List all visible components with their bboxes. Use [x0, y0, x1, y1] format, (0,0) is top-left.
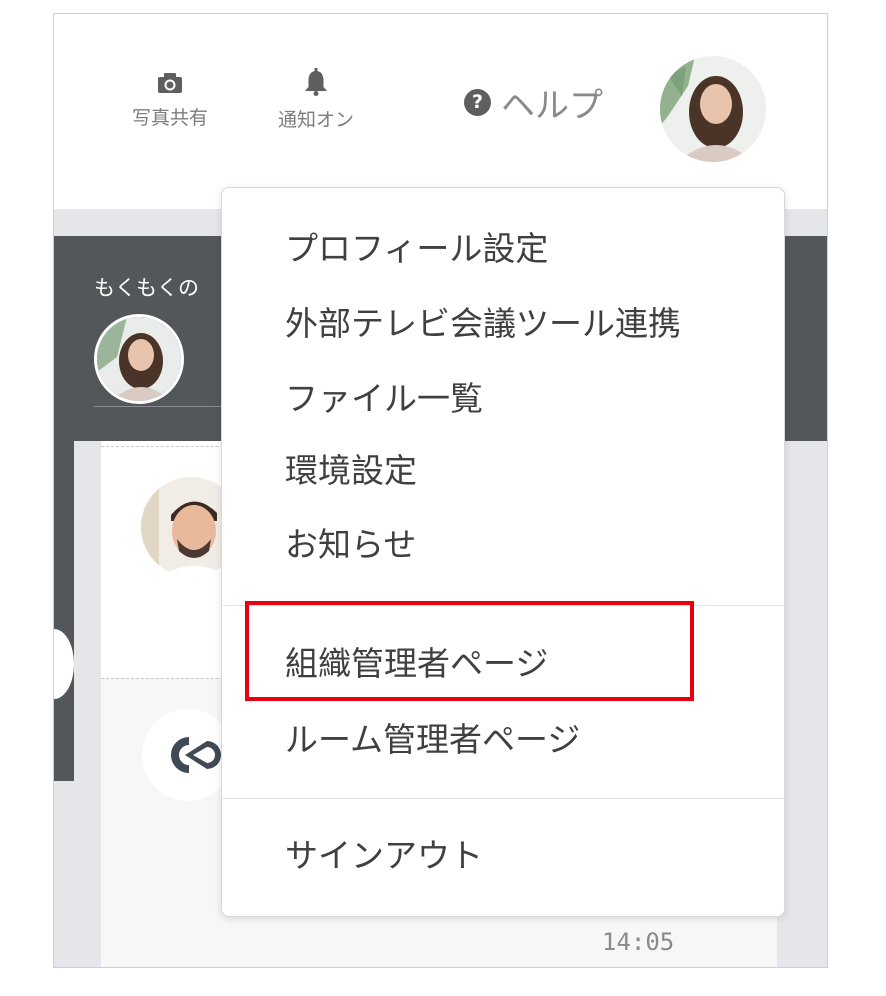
menu-item-profile-settings[interactable]: プロフィール設定	[285, 224, 548, 274]
help-button[interactable]: ? ヘルプ	[464, 82, 603, 126]
photo-share-label: 写真共有	[132, 107, 209, 129]
menu-item-preferences[interactable]: 環境設定	[285, 446, 417, 496]
menu-separator-2	[222, 798, 784, 799]
user-dropdown-menu: プロフィール設定 外部テレビ会議ツール連携 ファイル一覧 環境設定 お知らせ 組…	[221, 187, 785, 917]
notification-button[interactable]: 通知オン	[276, 68, 356, 132]
help-icon: ?	[464, 88, 491, 116]
bell-icon	[276, 68, 356, 101]
room-title: もくもくの	[94, 276, 199, 300]
message-timestamp: 14:05	[602, 928, 675, 956]
room-sidebar-edge	[54, 441, 74, 781]
menu-item-room-admin-page[interactable]: ルーム管理者ページ	[285, 715, 580, 765]
top-header: 写真共有 通知オン ? ヘルプ	[54, 14, 827, 209]
highlight-box	[245, 601, 694, 701]
help-label: ヘルプ	[501, 85, 603, 126]
app-window: もくもくの 14:05 写真共有 通知オン ? ヘルプ プロフィール設定 外部テ…	[53, 13, 828, 968]
menu-item-video-conference-integration[interactable]: 外部テレビ会議ツール連携	[285, 299, 681, 349]
photo-share-button[interactable]: 写真共有	[132, 72, 208, 130]
camera-icon	[132, 72, 208, 99]
menu-item-sign-out[interactable]: サインアウト	[285, 831, 483, 881]
room-member-avatar[interactable]	[94, 314, 184, 404]
notification-label: 通知オン	[277, 109, 354, 131]
user-avatar[interactable]	[660, 56, 766, 162]
menu-item-file-list[interactable]: ファイル一覧	[285, 374, 483, 424]
menu-item-announcements[interactable]: お知らせ	[285, 520, 416, 570]
